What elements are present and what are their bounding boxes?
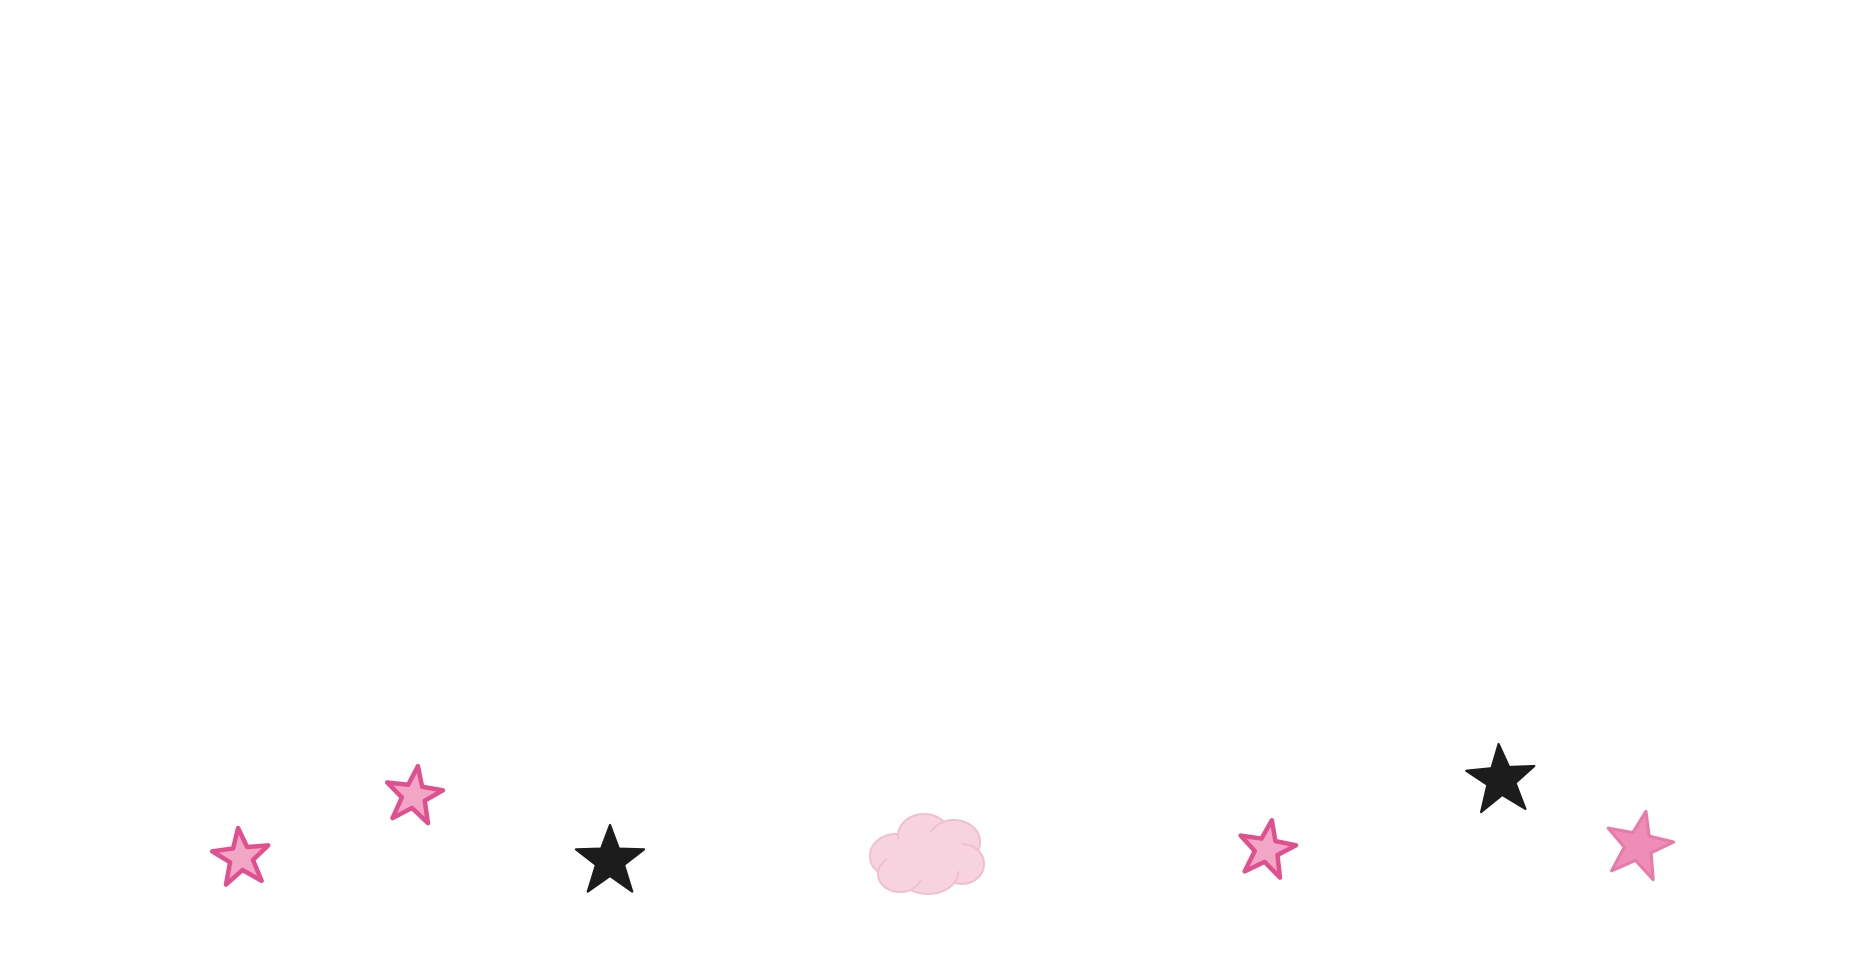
pink-star-icon bbox=[384, 763, 446, 826]
black-star-icon bbox=[574, 823, 646, 893]
pink-star-icon bbox=[1606, 809, 1676, 882]
pink-cloud-icon bbox=[869, 813, 985, 895]
black-star-icon bbox=[1465, 742, 1536, 814]
pink-star-icon bbox=[209, 825, 271, 887]
pink-star-icon bbox=[1238, 818, 1299, 880]
decorative-canvas bbox=[0, 0, 1869, 954]
